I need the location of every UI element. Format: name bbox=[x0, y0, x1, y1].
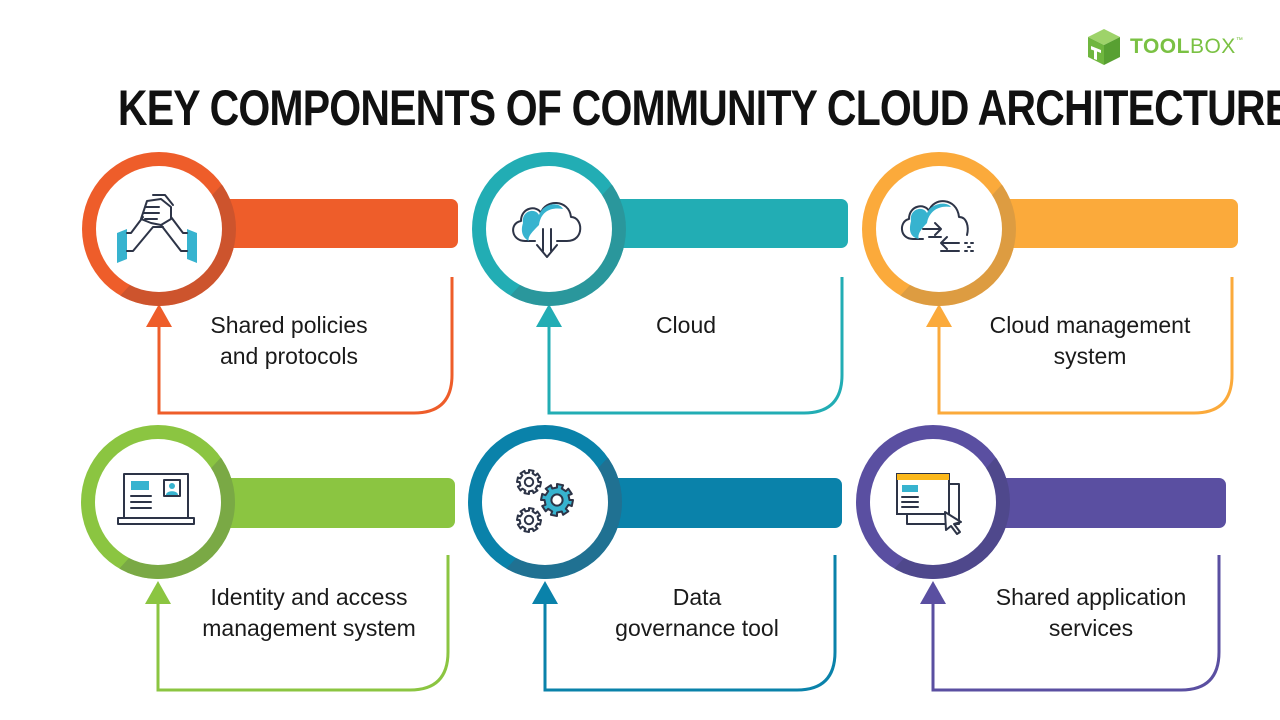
component-label: Data governance tool bbox=[562, 582, 832, 644]
component-card bbox=[468, 425, 842, 692]
component-card bbox=[472, 152, 848, 415]
up-arrow-icon bbox=[532, 581, 558, 604]
label-line: Cloud bbox=[655, 312, 717, 338]
label-line: and protocols bbox=[219, 343, 359, 369]
icon-background bbox=[95, 439, 221, 565]
label-line: governance tool bbox=[615, 615, 779, 641]
component-card bbox=[81, 425, 455, 692]
component-label: Cloud bbox=[551, 310, 821, 341]
up-arrow-icon bbox=[926, 304, 952, 327]
label-line: Identity and access bbox=[210, 584, 408, 610]
label-line: Cloud management bbox=[989, 312, 1191, 338]
up-arrow-icon bbox=[145, 581, 171, 604]
component-label: Cloud management system bbox=[955, 310, 1225, 372]
up-arrow-icon bbox=[920, 581, 946, 604]
component-card bbox=[862, 152, 1238, 415]
component-card bbox=[82, 152, 458, 415]
icon-background bbox=[96, 166, 222, 292]
label-line: system bbox=[1053, 343, 1127, 369]
label-line: Shared application bbox=[995, 584, 1187, 610]
component-label: Shared policies and protocols bbox=[154, 310, 424, 372]
label-line: Data bbox=[672, 584, 722, 610]
icon-background bbox=[486, 166, 612, 292]
component-label: Shared application services bbox=[956, 582, 1226, 644]
label-line: services bbox=[1048, 615, 1134, 641]
component-label: Identity and access management system bbox=[174, 582, 444, 644]
connector-line bbox=[547, 277, 844, 415]
component-card bbox=[856, 425, 1226, 692]
label-line: Shared policies bbox=[210, 312, 368, 338]
label-line: management system bbox=[202, 615, 416, 641]
